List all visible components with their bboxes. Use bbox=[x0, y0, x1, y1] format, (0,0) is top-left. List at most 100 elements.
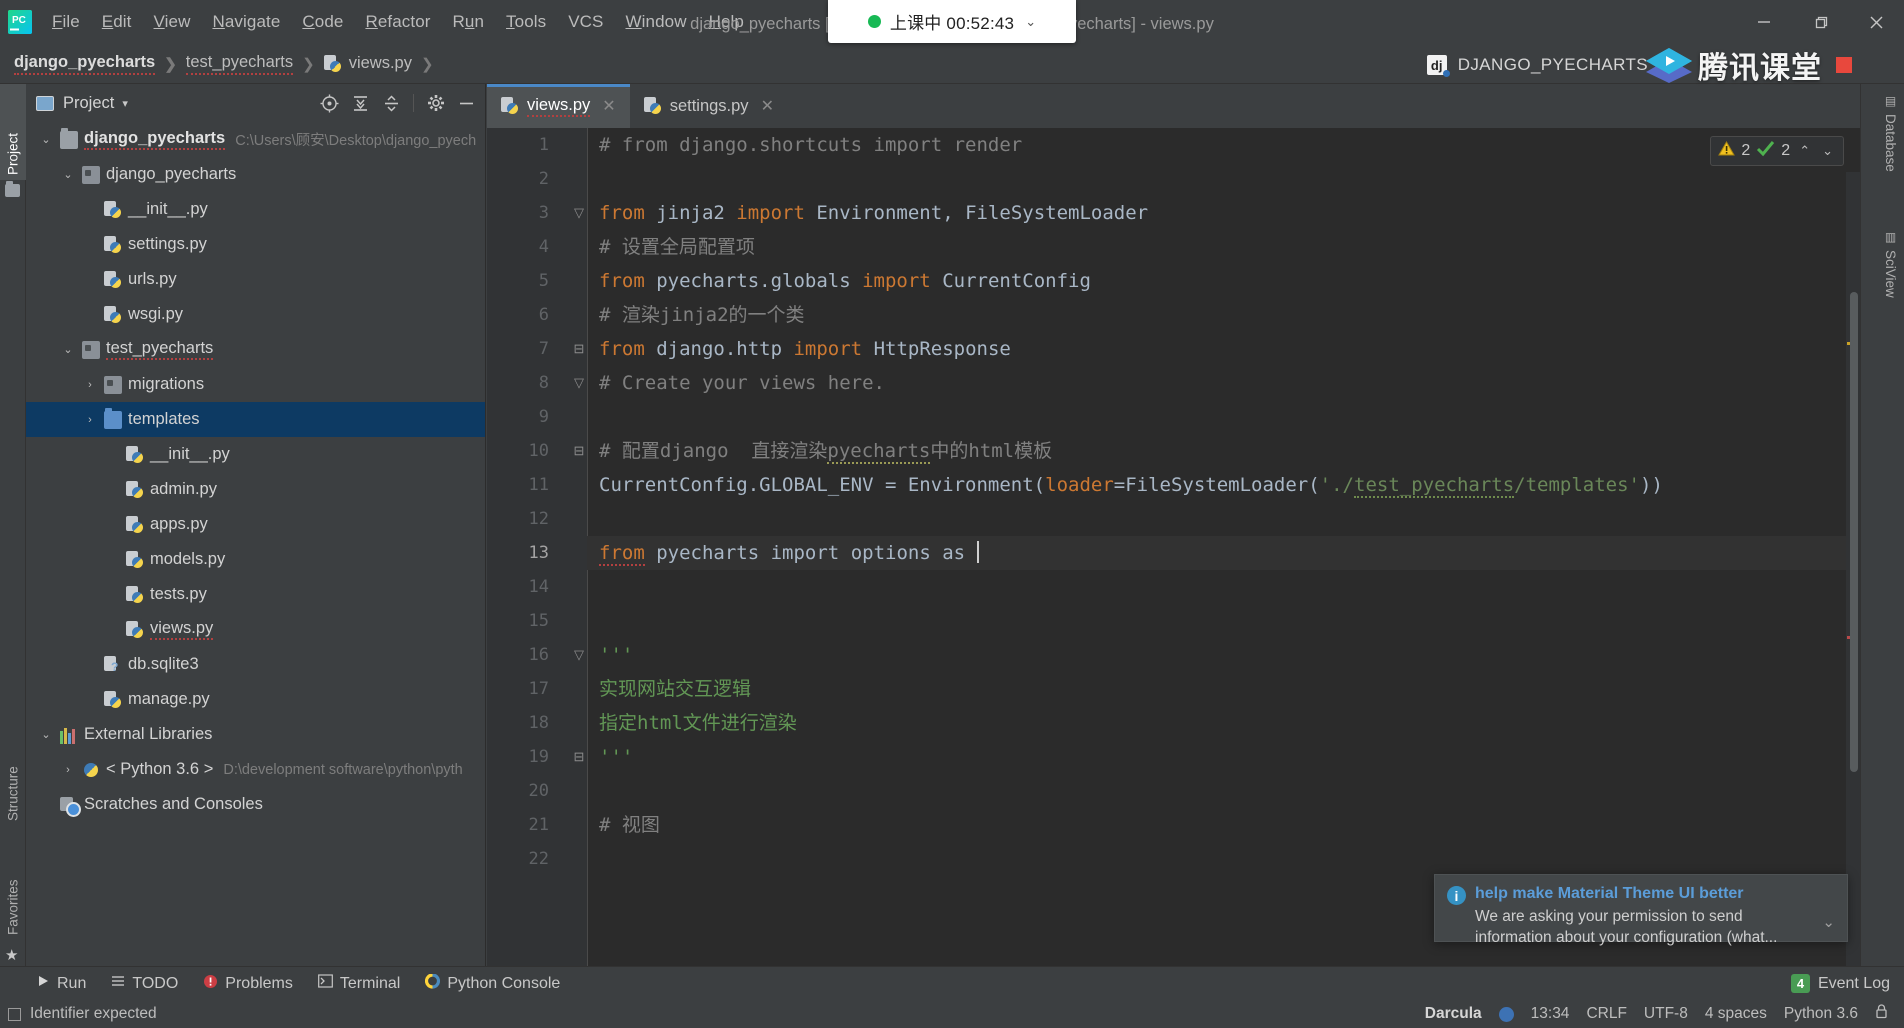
tool-button-run[interactable]: Run bbox=[26, 970, 96, 997]
code-line[interactable] bbox=[587, 842, 1860, 876]
tree-item-init-py[interactable]: · __init__.py bbox=[26, 437, 485, 472]
code-line[interactable]: # 配置django 直接渲染pyecharts中的html模板 bbox=[587, 434, 1860, 468]
tool-button-terminal[interactable]: Terminal bbox=[308, 970, 410, 997]
tree-item-external-libraries[interactable]: ⌄ External Libraries bbox=[26, 717, 485, 752]
chevron-right-icon[interactable]: › bbox=[82, 379, 98, 391]
status-line-separator[interactable]: CRLF bbox=[1586, 1005, 1626, 1023]
hide-panel-icon[interactable] bbox=[453, 90, 480, 117]
code-line[interactable]: # 设置全局配置项 bbox=[587, 230, 1860, 264]
code-line[interactable]: # 渲染jinja2的一个类 bbox=[587, 298, 1860, 332]
menu-edit[interactable]: Edit bbox=[91, 9, 143, 35]
menu-navigate[interactable]: Navigate bbox=[201, 9, 291, 35]
error-stripe-markbar[interactable] bbox=[1846, 172, 1860, 976]
inspection-widget[interactable]: 2 2 ⌃ ⌄ bbox=[1710, 136, 1844, 166]
menu-file[interactable]: File bbox=[41, 9, 91, 35]
code-line[interactable]: ''' bbox=[587, 638, 1860, 672]
tree-item-settings-py[interactable]: · settings.py bbox=[26, 227, 485, 262]
status-caret-position[interactable]: 13:34 bbox=[1531, 1005, 1570, 1023]
fold-marker[interactable]: ▽ bbox=[571, 638, 587, 672]
tree-item-views-py[interactable]: · views.py bbox=[26, 612, 485, 647]
code-line[interactable] bbox=[587, 604, 1860, 638]
chevron-down-icon[interactable]: ⌄ bbox=[38, 133, 54, 146]
menu-run[interactable]: Run bbox=[442, 9, 496, 35]
notification-balloon[interactable]: i help make Material Theme UI better We … bbox=[1434, 874, 1848, 946]
code-line[interactable]: ''' bbox=[587, 740, 1860, 774]
breadcrumb-item-project[interactable]: django_pyecharts ❯ bbox=[14, 53, 186, 75]
tool-button-todo[interactable]: TODO bbox=[101, 970, 188, 997]
menu-window[interactable]: Window bbox=[615, 9, 698, 35]
tree-item-tests-py[interactable]: · tests.py bbox=[26, 577, 485, 612]
chevron-down-icon[interactable]: ⌄ bbox=[1025, 14, 1036, 30]
code-folding-strip[interactable]: ▽ ⊟ ▽ ⊟ ▽ ⊟ bbox=[571, 128, 587, 976]
code-text-area[interactable]: # from django.shortcuts import render fro… bbox=[587, 128, 1860, 976]
tree-item-wsgi-py[interactable]: · wsgi.py bbox=[26, 297, 485, 332]
status-encoding[interactable]: UTF-8 bbox=[1644, 1005, 1688, 1023]
breadcrumb-item-file[interactable]: views.py ❯ bbox=[323, 54, 443, 73]
breadcrumb-item-app[interactable]: test_pyecharts ❯ bbox=[185, 53, 324, 75]
tree-item-models-py[interactable]: · models.py bbox=[26, 542, 485, 577]
chevron-down-icon[interactable]: ▾ bbox=[122, 97, 128, 110]
menu-tools[interactable]: Tools bbox=[495, 9, 557, 35]
code-line[interactable] bbox=[587, 502, 1860, 536]
menu-vcs[interactable]: VCS bbox=[557, 9, 614, 35]
expand-all-icon[interactable] bbox=[347, 90, 374, 117]
editor-tab-settings-py[interactable]: settings.py ✕ bbox=[630, 84, 788, 128]
tree-item-django-pyecharts[interactable]: ⌄ django_pyecharts bbox=[26, 157, 485, 192]
sidebar-item-project[interactable]: Project bbox=[0, 84, 26, 180]
lock-icon[interactable] bbox=[1875, 1004, 1888, 1024]
tree-item-db-sqlite3[interactable]: · db.sqlite3 bbox=[26, 647, 485, 682]
chevron-down-icon[interactable]: ⌄ bbox=[60, 168, 76, 181]
tool-button-problems[interactable]: Problems bbox=[193, 970, 303, 998]
maximize-button[interactable] bbox=[1792, 0, 1848, 44]
project-file-tree[interactable]: ⌄ django_pyecharts C:\Users\顾安\Desktop\dja… bbox=[26, 122, 485, 976]
code-line[interactable] bbox=[587, 162, 1860, 196]
editor-scrollbar[interactable] bbox=[1850, 292, 1858, 772]
code-line[interactable]: CurrentConfig.GLOBAL_ENV = Environment(l… bbox=[587, 468, 1860, 502]
tree-item-manage-py[interactable]: · manage.py bbox=[26, 682, 485, 717]
select-opened-file-icon[interactable] bbox=[316, 90, 343, 117]
menu-code[interactable]: Code bbox=[291, 9, 354, 35]
chevron-down-icon[interactable]: ⌄ bbox=[60, 343, 76, 356]
theme-color-dot-icon[interactable] bbox=[1498, 1006, 1514, 1022]
tree-item-apps-py[interactable]: · apps.py bbox=[26, 507, 485, 542]
tree-item-templates[interactable]: › templates bbox=[26, 402, 485, 437]
code-line[interactable] bbox=[587, 570, 1860, 604]
chevron-down-icon[interactable]: ⌄ bbox=[1822, 913, 1835, 931]
tree-item-django-pyecharts[interactable]: ⌄ django_pyecharts C:\Users\顾安\Desktop\dja… bbox=[26, 122, 485, 157]
tree-item-test-pyecharts[interactable]: ⌄ test_pyecharts bbox=[26, 332, 485, 367]
code-line[interactable]: # 视图 bbox=[587, 808, 1860, 842]
collapse-all-icon[interactable] bbox=[378, 90, 405, 117]
code-line[interactable]: # Create your views here. bbox=[587, 366, 1860, 400]
code-line[interactable] bbox=[587, 774, 1860, 808]
close-icon[interactable]: ✕ bbox=[602, 96, 615, 116]
code-editor[interactable]: 1 2 3 4 5 6 7 8 9 10 11 12 13 14 15 16 17 18 19 20 21 22 ▽ ⊟ ▽ ⊟… bbox=[487, 128, 1860, 976]
chevron-right-icon[interactable]: › bbox=[60, 764, 76, 776]
code-line[interactable] bbox=[587, 400, 1860, 434]
status-indent[interactable]: 4 spaces bbox=[1705, 1005, 1767, 1023]
menu-refactor[interactable]: Refactor bbox=[354, 9, 441, 35]
fold-marker[interactable]: ⊟ bbox=[571, 740, 587, 774]
sidebar-item-database[interactable]: ▤ Database bbox=[1879, 88, 1902, 200]
sidebar-item-sciview[interactable]: ▥ SciView bbox=[1879, 224, 1902, 328]
menu-help[interactable]: Help bbox=[698, 9, 755, 35]
status-theme[interactable]: Darcula bbox=[1425, 1005, 1482, 1023]
fold-marker[interactable]: ⊟ bbox=[571, 434, 587, 468]
status-interpreter[interactable]: Python 3.6 bbox=[1784, 1005, 1858, 1023]
editor-tab-views-py[interactable]: views.py ✕ bbox=[487, 84, 630, 128]
settings-gear-icon[interactable] bbox=[422, 90, 449, 117]
next-problem-icon[interactable]: ⌄ bbox=[1819, 143, 1836, 159]
tree-item-python-3-6[interactable]: › < Python 3.6 > D:\development software\p… bbox=[26, 752, 485, 787]
sidebar-item-structure[interactable]: Structure bbox=[0, 722, 26, 826]
fold-marker[interactable]: ▽ bbox=[571, 196, 587, 230]
tree-item-scratches-and-consoles[interactable]: · Scratches and Consoles bbox=[26, 787, 485, 822]
code-line[interactable]: from django.http import HttpResponse bbox=[587, 332, 1860, 366]
code-line[interactable]: 指定html文件进行渲染 bbox=[587, 706, 1860, 740]
fold-marker[interactable]: ⊟ bbox=[571, 332, 587, 366]
class-timer-widget[interactable]: 上课中 00:52:43 ⌄ bbox=[828, 0, 1076, 43]
minimize-button[interactable] bbox=[1736, 0, 1792, 44]
chevron-right-icon[interactable]: › bbox=[82, 414, 98, 426]
menu-view[interactable]: View bbox=[143, 9, 202, 35]
event-log-button[interactable]: 4 Event Log bbox=[1790, 974, 1890, 993]
prev-problem-icon[interactable]: ⌃ bbox=[1796, 143, 1813, 159]
chevron-down-icon[interactable]: ⌄ bbox=[38, 728, 54, 741]
